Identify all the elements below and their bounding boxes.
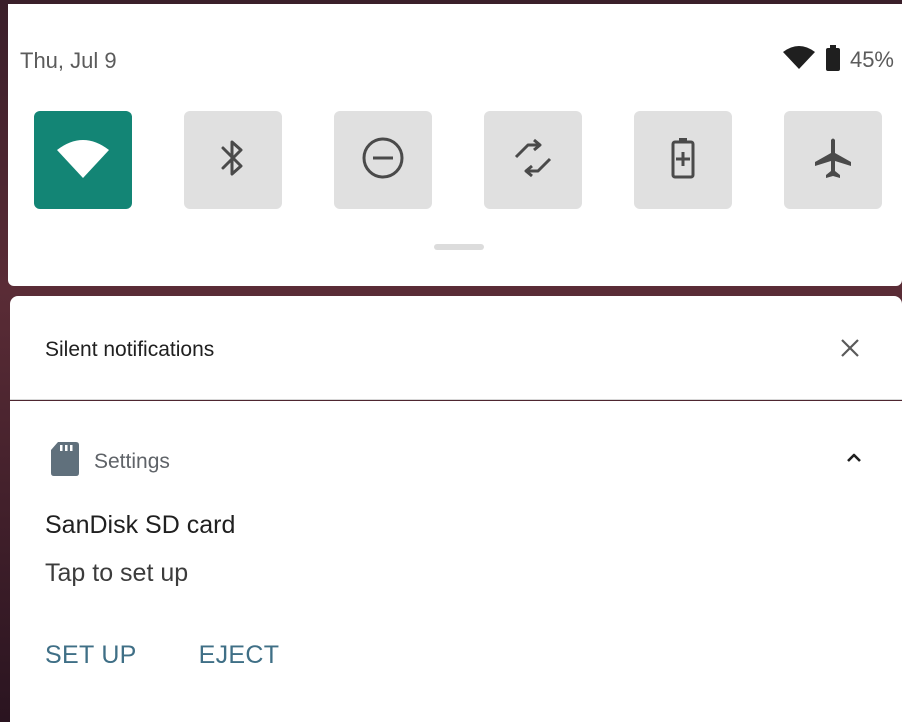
app-name: Settings bbox=[94, 449, 170, 473]
do-not-disturb-icon bbox=[360, 135, 406, 186]
notification-body: Tap to set up bbox=[45, 559, 189, 587]
close-icon bbox=[840, 338, 860, 363]
notification-title: SanDisk SD card bbox=[45, 511, 236, 539]
close-button[interactable] bbox=[836, 336, 864, 364]
battery-icon bbox=[824, 44, 842, 77]
silent-notifications-title: Silent notifications bbox=[45, 338, 215, 361]
notification-header: Settings bbox=[50, 441, 170, 482]
tile-auto-rotate[interactable] bbox=[484, 111, 582, 209]
quick-settings-panel: Thu, Jul 9 45% bbox=[8, 4, 902, 286]
wifi-icon bbox=[55, 138, 111, 183]
eject-button[interactable]: EJECT bbox=[199, 641, 280, 670]
notification-card[interactable]: Settings SanDisk SD card Tap to set up S… bbox=[10, 401, 902, 722]
tile-do-not-disturb[interactable] bbox=[334, 111, 432, 209]
tile-airplane-mode[interactable] bbox=[784, 111, 882, 209]
tile-wifi[interactable] bbox=[34, 111, 132, 209]
status-icons: 45% bbox=[782, 44, 894, 77]
quick-settings-tiles bbox=[34, 111, 884, 209]
airplane-mode-icon bbox=[811, 136, 855, 185]
wifi-signal-icon bbox=[782, 45, 816, 75]
bluetooth-icon bbox=[219, 136, 247, 185]
chevron-up-icon bbox=[846, 450, 862, 468]
battery-percent: 45% bbox=[849, 47, 894, 72]
date-text: Thu, Jul 9 bbox=[20, 48, 117, 73]
set-up-button[interactable]: SET UP bbox=[45, 641, 137, 670]
battery-saver-icon bbox=[670, 137, 696, 184]
tile-bluetooth[interactable] bbox=[184, 111, 282, 209]
drag-handle[interactable] bbox=[434, 244, 484, 250]
status-row: Thu, Jul 9 45% bbox=[8, 40, 902, 80]
tile-battery-saver[interactable] bbox=[634, 111, 732, 209]
silent-notifications-header: Silent notifications bbox=[10, 296, 902, 400]
collapse-button[interactable] bbox=[842, 447, 866, 471]
notification-actions: SET UP EJECT bbox=[45, 641, 279, 670]
sd-card-icon bbox=[50, 441, 80, 482]
auto-rotate-icon bbox=[510, 135, 556, 186]
